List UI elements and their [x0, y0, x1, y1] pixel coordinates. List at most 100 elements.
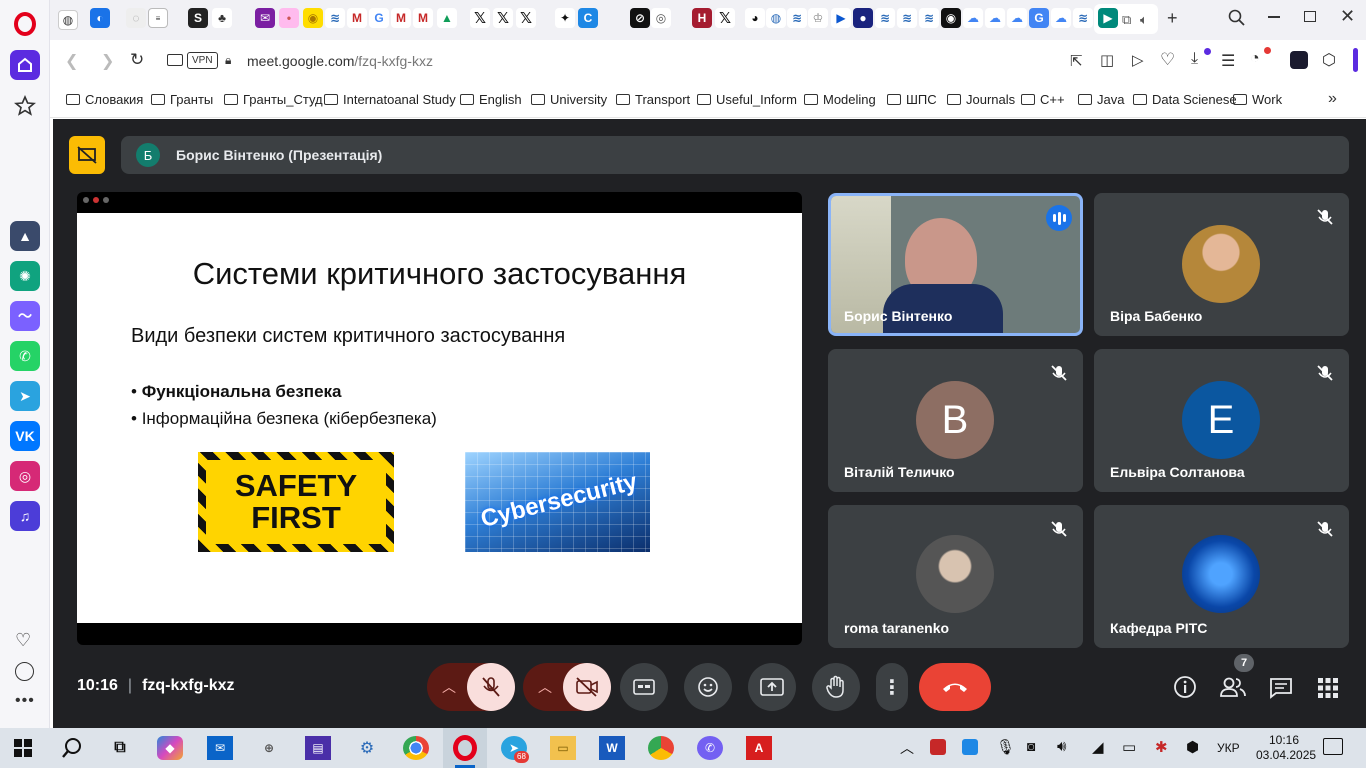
- music-icon[interactable]: ♫: [10, 501, 40, 531]
- tab-icon-8[interactable]: •: [279, 8, 299, 28]
- camera-toggle-button[interactable]: [563, 663, 611, 711]
- participant-tile-6[interactable]: Кафедра РІТС: [1094, 505, 1349, 648]
- tab-icon-5[interactable]: S: [188, 8, 208, 28]
- network-icon[interactable]: ◢: [1092, 738, 1104, 756]
- home-icon[interactable]: [10, 50, 40, 80]
- tab-icon-35[interactable]: ☁: [963, 8, 983, 28]
- tray-app-icon-3[interactable]: ✱: [1155, 738, 1168, 756]
- tab-icon-40[interactable]: ≋: [1073, 8, 1093, 28]
- tab-icon-3[interactable]: ◌: [126, 8, 146, 28]
- bookmark-4[interactable]: English: [460, 92, 522, 107]
- bookmark-5[interactable]: University: [531, 92, 607, 107]
- tray-chevron-icon[interactable]: ︿: [900, 738, 914, 758]
- more-icon[interactable]: •••: [15, 692, 35, 710]
- bookmark-1[interactable]: Гранты: [151, 92, 213, 107]
- tab-icon-32[interactable]: ≋: [897, 8, 917, 28]
- bookmark-3[interactable]: Internatoanal Study: [324, 92, 456, 107]
- restore-icon[interactable]: [1304, 11, 1316, 22]
- tab-icon-16[interactable]: 𝕏: [470, 8, 490, 28]
- tab-icon-13[interactable]: M: [391, 8, 411, 28]
- chrome-icon[interactable]: [403, 736, 429, 760]
- messenger-icon[interactable]: 〜: [10, 301, 40, 331]
- tab-icon-38[interactable]: G: [1029, 8, 1049, 28]
- url-field[interactable]: meet.google.com/fzq-kxfg-kxz: [247, 53, 433, 69]
- tab-icon-11[interactable]: M: [347, 8, 367, 28]
- people-button[interactable]: 7: [1219, 654, 1254, 704]
- tab-icon-23[interactable]: H: [692, 8, 712, 28]
- tab-icon-31[interactable]: ≋: [875, 8, 895, 28]
- bookmark-8[interactable]: Modeling: [804, 92, 876, 107]
- meeting-details-button[interactable]: [1173, 675, 1197, 704]
- participant-tile-5[interactable]: roma taranenko: [828, 505, 1083, 648]
- tab-icon-27[interactable]: ≋: [787, 8, 807, 28]
- snapshot-icon[interactable]: ◫: [1100, 51, 1114, 69]
- participant-tile-3[interactable]: В Віталій Теличко: [828, 349, 1083, 492]
- chat-button[interactable]: [1269, 676, 1293, 705]
- task-view-icon[interactable]: ⧉: [107, 736, 133, 760]
- profile-icon[interactable]: ◔: [1250, 50, 1260, 68]
- tab-icon-26[interactable]: ◍: [766, 8, 786, 28]
- telegram-icon[interactable]: ➤: [10, 381, 40, 411]
- active-tab[interactable]: ▶ ⧉ 🔈︎: [1094, 4, 1158, 34]
- minimize-icon[interactable]: [1268, 16, 1280, 18]
- sidebar-toggle-icon[interactable]: [1353, 48, 1358, 72]
- mail-icon[interactable]: ✉: [207, 736, 233, 760]
- tab-icon-14[interactable]: M: [413, 8, 433, 28]
- tray-app-icon-2[interactable]: [962, 739, 978, 755]
- close-window-icon[interactable]: ✕: [1340, 6, 1355, 27]
- bookmark-6[interactable]: Transport: [616, 92, 690, 107]
- tab-icon-29[interactable]: ▶: [831, 8, 851, 28]
- volume-icon[interactable]: 🔊︎: [1057, 738, 1066, 755]
- presentation-off-button[interactable]: [69, 136, 105, 174]
- notifications-icon[interactable]: [1323, 738, 1343, 755]
- participant-tile-4[interactable]: E Ельвіра Солтанова: [1094, 349, 1349, 492]
- vpn-badge[interactable]: VPN: [187, 52, 218, 69]
- tab-icon-12[interactable]: G: [369, 8, 389, 28]
- bookmark-12[interactable]: Java: [1078, 92, 1124, 107]
- vk-icon[interactable]: VK: [10, 421, 40, 451]
- copilot-icon[interactable]: ◆: [157, 736, 183, 760]
- heart-icon[interactable]: ♡: [15, 630, 31, 651]
- bookmarks-overflow-icon[interactable]: »: [1328, 90, 1337, 108]
- tab-icon-22[interactable]: ◎: [651, 8, 671, 28]
- back-icon[interactable]: ❮: [65, 51, 78, 71]
- tab-icon-15[interactable]: ▲: [437, 8, 457, 28]
- emoji-button[interactable]: [684, 663, 732, 711]
- camera-indicator-icon[interactable]: [167, 54, 183, 66]
- tray-app-icon-1[interactable]: [930, 739, 946, 755]
- bookmark-11[interactable]: C++: [1021, 92, 1065, 107]
- extension-icon[interactable]: [1290, 51, 1308, 69]
- acrobat-icon[interactable]: A: [746, 736, 772, 760]
- tab-pin-icon[interactable]: ⧉: [1122, 12, 1131, 28]
- download-icon[interactable]: ⤓: [1191, 50, 1198, 68]
- chrome-profile-icon[interactable]: [648, 736, 674, 760]
- app-icon-1[interactable]: ⊕: [256, 736, 282, 760]
- more-options-button[interactable]: ⋮: [876, 663, 908, 711]
- tab-icon-25[interactable]: ◕: [745, 8, 765, 28]
- easy-setup-icon[interactable]: ☰: [1221, 51, 1235, 71]
- raise-hand-button[interactable]: [812, 663, 860, 711]
- tab-icon-36[interactable]: ☁: [985, 8, 1005, 28]
- microphone-tray-icon[interactable]: 🎙︎: [996, 738, 1015, 756]
- star-icon[interactable]: [13, 94, 37, 122]
- extensions-cube-icon[interactable]: ⬡: [1322, 50, 1336, 70]
- viber-icon[interactable]: ✆: [697, 736, 723, 760]
- bookmark-10[interactable]: Journals: [947, 92, 1015, 107]
- forward-icon[interactable]: ❯: [101, 51, 114, 71]
- bookmark-9[interactable]: ШПС: [887, 92, 937, 107]
- tab-icon-10[interactable]: ≋: [325, 8, 345, 28]
- play-icon[interactable]: ▷: [1132, 51, 1144, 69]
- opera-task-active[interactable]: [443, 728, 487, 768]
- captions-button[interactable]: [620, 663, 668, 711]
- tab-audio-icon[interactable]: 🔈︎: [1140, 12, 1148, 28]
- tab-icon-18[interactable]: 𝕏: [516, 8, 536, 28]
- reload-icon[interactable]: ↻: [130, 50, 144, 70]
- tab-icon-34[interactable]: ◉: [941, 8, 961, 28]
- taskbar-search-icon[interactable]: [61, 737, 83, 764]
- file-explorer-icon[interactable]: ▭: [550, 736, 576, 760]
- tab-icon-30[interactable]: ●: [853, 8, 873, 28]
- tab-icon-6[interactable]: ♣: [212, 8, 232, 28]
- tab-icon-9[interactable]: ◉: [303, 8, 323, 28]
- whatsapp-icon[interactable]: ✆: [10, 341, 40, 371]
- favorite-icon[interactable]: ♡: [1160, 50, 1175, 70]
